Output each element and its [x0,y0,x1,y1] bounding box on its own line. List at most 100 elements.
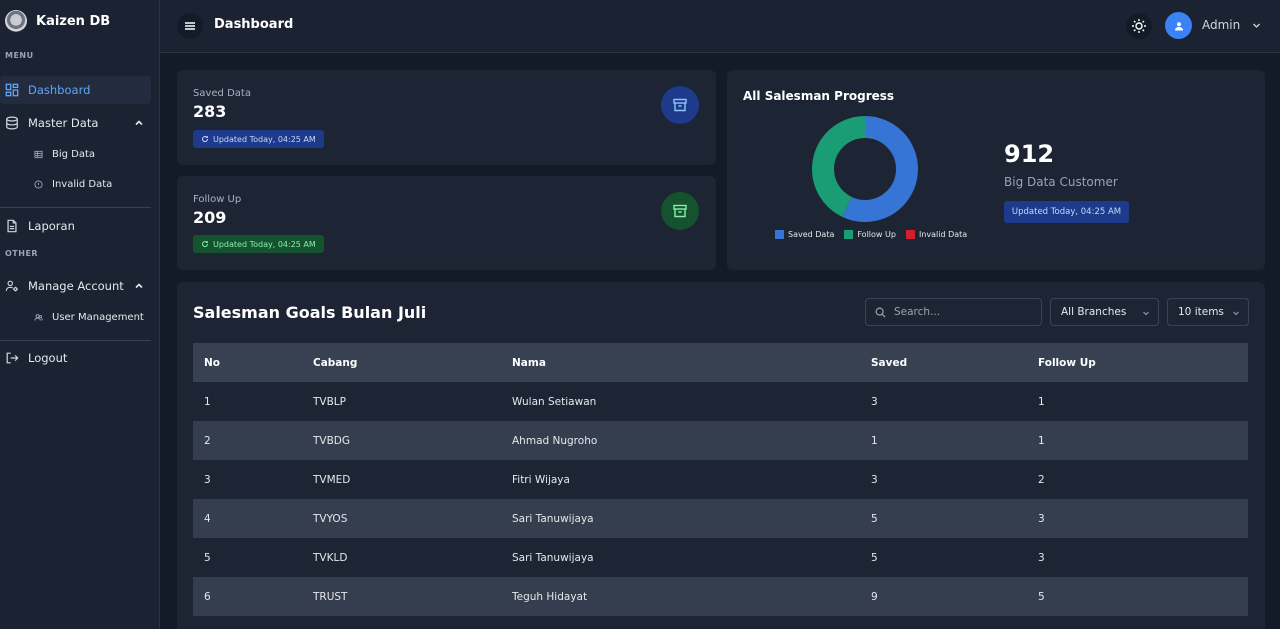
table-row[interactable]: 2 TVBDG Ahmad Nugroho 1 1 [193,421,1248,460]
follow-up-card: Follow Up 209 Updated Today, 04:25 AM [177,176,716,270]
legend-item-saved: Saved Data [775,230,834,239]
column-header-no[interactable]: No [193,343,302,382]
cell-saved: 5 [871,512,878,525]
badge-text: Updated Today, 04:25 AM [213,134,316,144]
table-row[interactable]: 3 TVMED Fitri Wijaya 3 2 [193,460,1248,499]
sidebar-item-master-data[interactable]: Master Data [0,109,151,137]
sidebar-item-manage-account[interactable]: Manage Account [0,272,151,300]
saved-data-updated-badge: Updated Today, 04:25 AM [193,130,324,148]
table-row[interactable]: 5 TVKLD Sari Tanuwijaya 5 3 [193,538,1248,577]
saved-data-card: Saved Data 283 Updated Today, 04:25 AM [177,70,716,165]
cell-nama: Sari Tanuwijaya [512,551,594,564]
follow-up-label: Follow Up [193,194,242,205]
chevron-up-icon [135,283,143,289]
cell-follow-up: 1 [1038,434,1045,447]
brand[interactable]: Kaizen DB [0,0,159,42]
items-per-page-value: 10 items [1178,306,1224,318]
cell-no: 3 [204,473,211,486]
sidebar-item-laporan[interactable]: Laporan [0,212,151,240]
donut-legend: Saved Data Follow Up Invalid Data [775,230,967,239]
table-row[interactable]: 4 TVYOS Sari Tanuwijaya 5 3 [193,499,1248,538]
theme-toggle-button[interactable] [1126,13,1152,39]
archive-icon [673,98,687,112]
sidebar-item-logout[interactable]: Logout [0,344,151,372]
chevron-down-icon [1143,311,1149,316]
cell-saved: 3 [871,473,878,486]
items-per-page-select[interactable]: 10 items [1167,298,1249,326]
user-name[interactable]: Admin [1202,18,1240,32]
sidebar-item-label: Manage Account [28,279,124,293]
sidebar-subitem-invalid-data[interactable]: Invalid Data [0,169,159,199]
legend-item-invalid: Invalid Data [905,230,968,239]
chevron-up-icon [135,120,143,126]
progress-updated-badge: Updated Today, 04:25 AM [1004,201,1129,223]
avatar[interactable] [1165,12,1192,39]
legend-label: Invalid Data [918,230,968,239]
legend-swatch [844,230,854,239]
branch-filter-value: All Branches [1061,306,1127,318]
sidebar-item-label: Logout [28,351,68,365]
cell-cabang: TRUST [313,590,348,603]
salesman-progress-card: All Salesman Progress Saved Data Follow … [727,70,1265,270]
database-icon [6,116,18,130]
cell-cabang: TVMED [313,473,351,486]
dashboard-grid-icon [5,83,19,97]
sidebar-subitem-label: User Management [52,311,144,323]
cell-cabang: TVYOS [313,512,348,525]
search-icon [875,307,886,318]
sidebar-subitem-label: Invalid Data [52,178,113,190]
brand-name: Kaizen DB [36,13,111,29]
legend-label: Saved Data [788,230,835,239]
search-input[interactable] [894,306,1034,318]
progress-donut-chart [812,116,918,222]
sidebar-divider [0,207,151,208]
sidebar-item-label: Dashboard [28,83,91,97]
branch-filter-select[interactable]: All Branches [1050,298,1159,326]
cell-saved: 5 [871,551,878,564]
progress-title: All Salesman Progress [743,89,895,103]
cell-follow-up: 2 [1038,473,1045,486]
cell-follow-up: 5 [1038,590,1045,603]
goals-title: Salesman Goals Bulan Juli [193,303,427,322]
document-icon [7,219,17,233]
cell-no: 2 [204,434,211,447]
cell-nama: Fitri Wijaya [512,473,570,486]
sidebar-subitem-user-management[interactable]: User Management [0,302,159,332]
table-row[interactable]: 6 TRUST Teguh Hidayat 9 5 [193,577,1248,616]
cell-no: 6 [204,590,211,603]
sidebar-divider [0,340,151,341]
topbar: Dashboard Admin [160,0,1280,53]
menu-toggle-button[interactable] [177,13,203,39]
column-header-cabang[interactable]: Cabang [302,343,501,382]
legend-swatch [775,230,784,239]
total-customers-label: Big Data Customer [1004,175,1118,189]
alert-circle-icon [34,179,43,189]
search-field[interactable] [865,298,1042,326]
logout-icon [6,352,19,364]
column-header-follow-up[interactable]: Follow Up [1027,343,1248,382]
cell-nama: Sari Tanuwijaya [512,512,594,525]
column-header-nama[interactable]: Nama [501,343,860,382]
follow-up-updated-badge: Updated Today, 04:25 AM [193,235,324,253]
column-header-saved[interactable]: Saved [860,343,1027,382]
chevron-down-icon [1233,311,1239,316]
user-icon [1174,21,1183,30]
cell-saved: 9 [871,590,878,603]
legend-swatch [905,230,915,239]
chevron-down-icon[interactable] [1251,20,1262,31]
sidebar-subitem-big-data[interactable]: Big Data [0,139,159,169]
cell-nama: Ahmad Nugroho [512,434,598,447]
sidebar-subitem-label: Big Data [52,148,96,160]
follow-up-icon-circle [661,192,699,230]
table-row[interactable]: 1 TVBLP Wulan Setiawan 3 1 [193,382,1248,421]
sidebar: Kaizen DB MENU Dashboard Master Data Big… [0,0,160,629]
cell-saved: 1 [871,434,878,447]
cell-no: 5 [204,551,211,564]
cell-cabang: TVBLP [313,395,346,408]
other-section-label: OTHER [5,249,39,258]
legend-item-follow: Follow Up [844,230,896,239]
follow-up-value: 209 [193,208,227,227]
sidebar-item-dashboard[interactable]: Dashboard [0,76,151,104]
badge-text: Updated Today, 04:25 AM [213,239,316,249]
users-cog-icon [5,280,18,292]
